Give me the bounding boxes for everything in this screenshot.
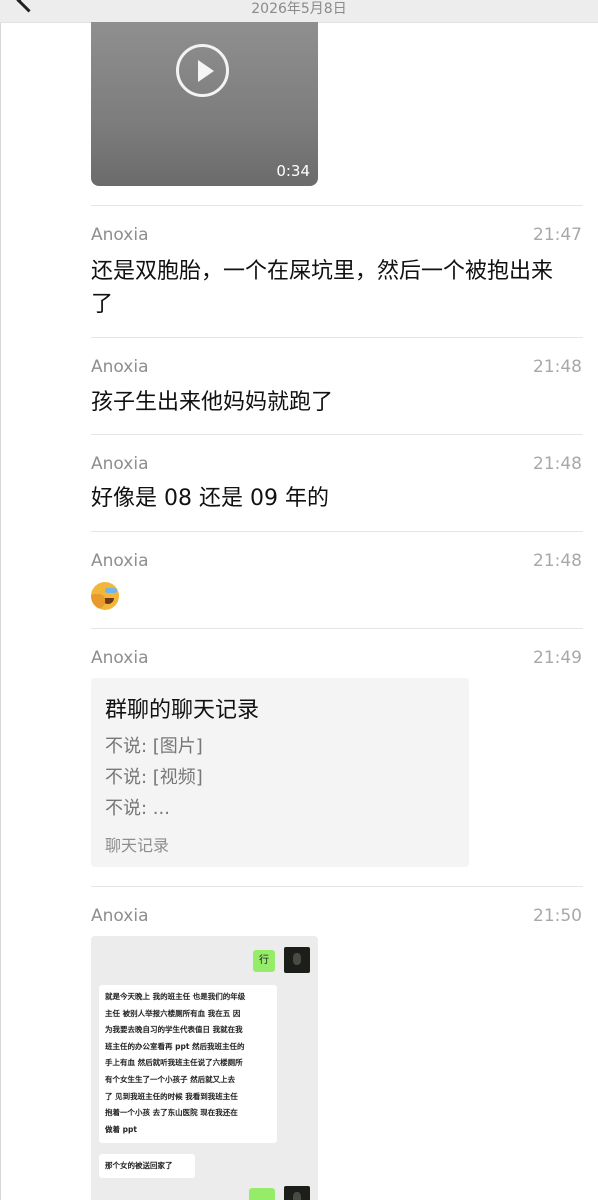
message-divider bbox=[91, 886, 583, 887]
message-time: 21:48 bbox=[533, 454, 582, 474]
screenshot-message-bubble: 就是今天晚上 我的班主任 也是我们的年级 主任 被别人举报六楼厕所有血 我在五 … bbox=[99, 985, 277, 1143]
screenshot-message-line: 有个女生生了一个小孩子 然后就又上去 bbox=[105, 1074, 236, 1084]
screenshot-reply-bubble bbox=[249, 1188, 275, 1200]
message-time: 21:48 bbox=[533, 357, 582, 377]
screenshot-message-line: 了 见到我班主任的时候 我看到我班主任 bbox=[105, 1091, 238, 1101]
play-icon[interactable] bbox=[176, 44, 229, 97]
chat-record-card[interactable]: 群聊的聊天记录 不说: [图片] 不说: [视频] 不说: ... 聊天记录 bbox=[91, 678, 469, 867]
crying-laughing-emoji-icon[interactable] bbox=[91, 582, 119, 610]
message-text[interactable]: 孩子生出来他妈妈就跑了 bbox=[91, 386, 583, 419]
screenshot-message-line: 班主任的办公室看再 ppt 然后我班主任的 bbox=[105, 1041, 245, 1051]
screenshot-message-line: 为我要去晚自习的学生代表值日 我就在我 bbox=[105, 1025, 243, 1035]
chat-record-line: 不说: [视频] bbox=[105, 767, 203, 788]
screenshot-image[interactable]: 行 就是今天晚上 我的班主任 也是我们的年级 主任 被别人举报六楼厕所有血 我在… bbox=[91, 936, 318, 1200]
message-sender[interactable]: Anoxia bbox=[91, 454, 148, 474]
message-divider bbox=[91, 628, 583, 629]
left-border bbox=[0, 0, 1, 1200]
message-divider bbox=[91, 337, 583, 338]
message-text[interactable]: 好像是 08 还是 09 年的 bbox=[91, 482, 583, 515]
emoji-hand bbox=[91, 594, 105, 608]
message-time: 21:48 bbox=[533, 551, 582, 571]
message-sender[interactable]: Anoxia bbox=[91, 648, 148, 668]
message-time: 21:47 bbox=[533, 225, 582, 245]
message-divider bbox=[91, 531, 583, 532]
message-divider bbox=[91, 205, 583, 206]
message-sender[interactable]: Anoxia bbox=[91, 225, 148, 245]
chat-record-title: 群聊的聊天记录 bbox=[105, 698, 260, 723]
screenshot-message-line: 做着 ppt bbox=[105, 1124, 137, 1134]
message-text[interactable]: 还是双胞胎，一个在屎坑里，然后一个被抱出来了 bbox=[91, 255, 571, 321]
chat-record-line: 不说: ... bbox=[105, 798, 170, 819]
message-time: 21:49 bbox=[533, 648, 582, 668]
message-sender[interactable]: Anoxia bbox=[91, 906, 148, 926]
message-time: 21:50 bbox=[533, 906, 582, 926]
screenshot-message-line: 手上有血 然后就听我班主任说了六楼厕所 bbox=[105, 1058, 243, 1068]
chat-record-line: 不说: [图片] bbox=[105, 736, 203, 757]
emoji-tear bbox=[105, 588, 117, 593]
screenshot-avatar bbox=[284, 1186, 310, 1200]
message-divider bbox=[91, 434, 583, 435]
screenshot-reply-bubble: 行 bbox=[253, 950, 275, 972]
screenshot-message-line: 就是今天晚上 我的班主任 也是我们的年级 bbox=[105, 992, 246, 1001]
video-message[interactable]: 0:34 bbox=[91, 22, 318, 186]
screenshot-avatar bbox=[284, 947, 310, 973]
chat-record-footer: 聊天记录 bbox=[105, 836, 170, 855]
screenshot-message-line: 主任 被别人举报六楼厕所有血 我在五 因 bbox=[105, 1008, 241, 1018]
screenshot-message-line: 抱着一个小孩 去了东山医院 现在我还在 bbox=[105, 1108, 238, 1118]
top-bar: 2026年5月8日 bbox=[0, 0, 598, 23]
screenshot-message-bubble: 那个女的被送回家了 bbox=[99, 1154, 195, 1178]
message-sender[interactable]: Anoxia bbox=[91, 357, 148, 377]
date-header: 2026年5月8日 bbox=[251, 1, 347, 17]
message-sender[interactable]: Anoxia bbox=[91, 551, 148, 571]
video-duration: 0:34 bbox=[276, 162, 310, 180]
